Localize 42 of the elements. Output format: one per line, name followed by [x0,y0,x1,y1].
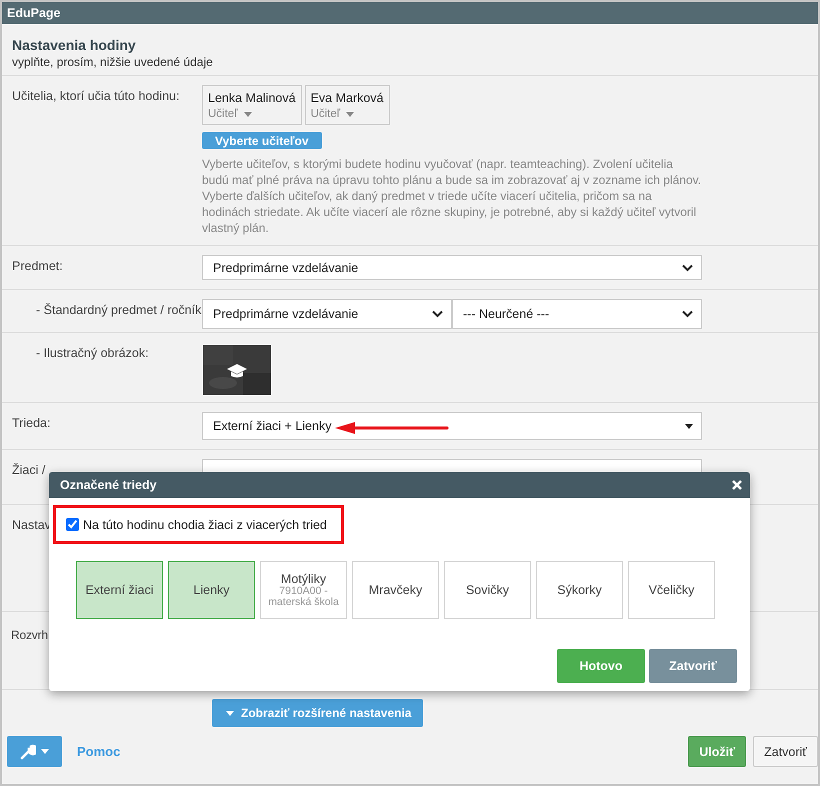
close-icon[interactable] [732,480,742,490]
field-label: Učitelia, ktorí učia túto hodinu: [12,89,180,103]
form-title: Nastavenia hodiny [12,37,137,53]
chevron-icon [432,310,443,318]
field-label: - Štandardný predmet / ročník: [36,303,205,317]
field-label: Trieda: [12,416,50,430]
wrench-icon [20,744,36,760]
class-tile[interactable]: Sýkorky [536,561,623,619]
subject-select[interactable]: Predprimárne vzdelávanie [202,255,702,280]
caret-icon [41,749,49,754]
teacher-card[interactable]: Eva Marková Učiteľ [304,85,390,125]
caret-icon [226,710,234,716]
dialog-title: Označené triedy [60,478,157,492]
field-label: - Ilustračný obrázok: [36,346,149,360]
class-select[interactable]: Externí žiaci + Lienky [202,412,702,440]
app-title: EduPage [7,6,60,20]
field-label: Rozvrh [11,628,48,642]
help-text: Vyberte učiteľov, s ktorými budete hodinu vyučovať (napr. teamteaching). Zvolení učitelia budú mať plné práva na úpravu tohto plánu a bude sa im zobrazovať aj v zozname ich plánov. Vyberte ďalších učiteľov, ak daný predmet v triede učíte viacerí učitelia, pričom sa na hodinách striedate. Ak učíte viacerí ale rôzne skupiny, je potrebné, aby si každý učiteľ vytvoril vlastný plán. [202,156,702,236]
close-button[interactable]: Zatvoriť [753,736,818,767]
caret-icon [685,424,693,428]
field-label: Žiaci / [12,463,46,477]
form-subtitle: vyplňte, prosím, nižšie uvedené údaje [12,55,214,69]
class-tile[interactable]: Včeličky [628,561,715,619]
class-tile[interactable]: Motýliky 7910A00 - materská škola [260,561,347,619]
class-name: Motýliky [280,572,326,586]
tools-button[interactable] [7,736,62,767]
class-tile[interactable]: Lienky [168,561,255,619]
class-detail: 7910A00 - materská škola [267,586,340,608]
chevron-icon [682,264,693,272]
caret-icon [346,112,354,116]
class-tile[interactable]: Sovičky [444,561,531,619]
dropdown-select[interactable]: --- Neurčené --- [452,299,702,329]
teacher-card[interactable]: Lenka Malinová Učiteľ [202,85,302,125]
chevron-icon [682,310,693,318]
checkbox[interactable] [66,518,79,531]
field-label: Predmet: [12,259,63,273]
dropdown-select[interactable]: Predprimárne vzdelávanie [202,299,452,329]
class-tile[interactable]: Externí žiaci [76,561,163,619]
checkbox-label: Na túto hodinu chodia žiaci z viacerých tried [83,518,327,532]
field-label: Nastav [12,518,51,532]
class-tile[interactable]: Mravčeky [352,561,439,619]
caret-icon [244,112,252,116]
